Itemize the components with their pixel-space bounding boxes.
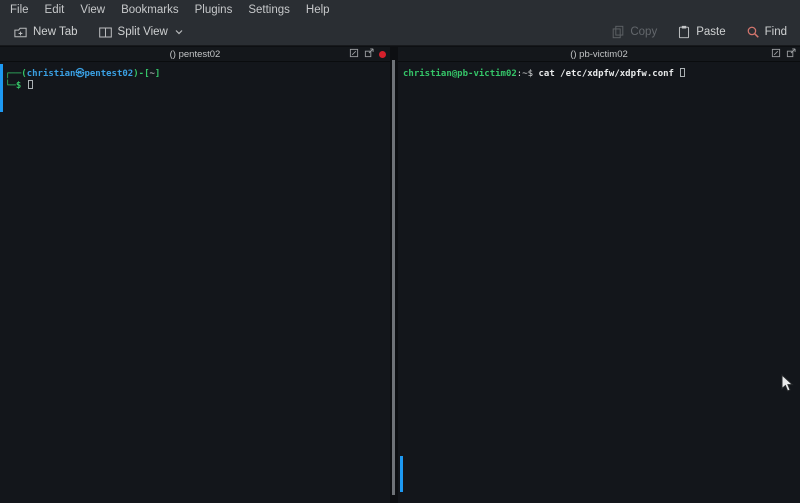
prompt-user-host: christian@pb-victim02 bbox=[403, 69, 517, 79]
detach-split-icon[interactable] bbox=[364, 48, 374, 61]
pane-left-header-icons bbox=[349, 47, 386, 62]
toolbar: New Tab Split View bbox=[0, 19, 800, 46]
menu-plugins[interactable]: Plugins bbox=[187, 2, 241, 18]
split-view-icon bbox=[98, 25, 113, 40]
prompt-frame-bottom: └─$ bbox=[5, 81, 21, 91]
terminal-left-prompt-line1: ┌──(christian㉿pentest02)-[~] bbox=[5, 68, 385, 80]
pane-left-header[interactable]: () pentest02 bbox=[0, 47, 390, 62]
new-tab-button[interactable]: New Tab bbox=[8, 22, 83, 43]
prompt-user-host: christian㉿pentest02 bbox=[27, 69, 134, 79]
menu-bar: File Edit View Bookmarks Plugins Setting… bbox=[0, 0, 800, 19]
activity-indicator-dot[interactable] bbox=[379, 51, 386, 58]
maximize-split-icon[interactable] bbox=[349, 48, 359, 61]
new-tab-label: New Tab bbox=[33, 26, 78, 38]
maximize-split-icon[interactable] bbox=[771, 48, 781, 61]
pane-right-header-icons bbox=[771, 47, 796, 62]
menu-bookmarks[interactable]: Bookmarks bbox=[113, 2, 187, 18]
scrollbar-track[interactable] bbox=[392, 60, 395, 495]
scrollbar-handle-left-pane[interactable] bbox=[0, 64, 3, 112]
detach-split-icon[interactable] bbox=[786, 48, 796, 61]
prompt-path-suffix: :~$ bbox=[517, 69, 533, 79]
find-button[interactable]: Find bbox=[741, 22, 792, 42]
terminal-right-cursor bbox=[680, 68, 685, 77]
split-view-button[interactable]: Split View bbox=[93, 22, 188, 43]
paste-label: Paste bbox=[696, 26, 725, 38]
split-view-label: Split View bbox=[118, 26, 168, 38]
prompt-frame-mid: )-[ bbox=[133, 69, 149, 79]
paste-button[interactable]: Paste bbox=[672, 22, 730, 42]
chevron-down-icon bbox=[175, 29, 183, 35]
toolbar-right-group: Copy Paste Find bbox=[606, 22, 792, 42]
pane-right-header[interactable]: () pb-victim02 bbox=[398, 47, 800, 62]
menu-file[interactable]: File bbox=[2, 2, 37, 18]
terminal-left-screen[interactable]: ┌──(christian㉿pentest02)-[~] └─$ bbox=[0, 62, 390, 503]
find-icon bbox=[746, 25, 760, 39]
split-container: () pentest02 bbox=[0, 47, 800, 503]
menu-help[interactable]: Help bbox=[298, 2, 338, 18]
pane-divider[interactable] bbox=[390, 47, 398, 503]
konsole-window: File Edit View Bookmarks Plugins Setting… bbox=[0, 0, 800, 503]
prompt-frame-open: ┌──( bbox=[5, 69, 27, 79]
copy-icon bbox=[611, 25, 625, 39]
terminal-right-screen[interactable]: christian@pb-victim02:~$ cat /etc/xdpfw/… bbox=[398, 62, 800, 503]
terminal-left-cursor bbox=[28, 80, 33, 89]
toolbar-left-group: New Tab Split View bbox=[8, 22, 188, 43]
new-tab-icon bbox=[13, 25, 28, 40]
copy-button[interactable]: Copy bbox=[606, 22, 662, 42]
paste-icon bbox=[677, 25, 691, 39]
terminal-pane-right: () pb-victim02 bbox=[398, 47, 800, 503]
pane-left-title: () pentest02 bbox=[170, 49, 221, 60]
menu-edit[interactable]: Edit bbox=[37, 2, 73, 18]
terminal-left-prompt-line2: └─$ bbox=[5, 80, 385, 92]
terminal-right-prompt-line: christian@pb-victim02:~$ cat /etc/xdpfw/… bbox=[403, 68, 795, 80]
typed-command: cat /etc/xdpfw/xdpfw.conf bbox=[538, 69, 673, 79]
terminal-pane-left: () pentest02 bbox=[0, 47, 390, 503]
scrollbar-handle-right-pane[interactable] bbox=[400, 456, 403, 492]
menu-view[interactable]: View bbox=[72, 2, 113, 18]
copy-label: Copy bbox=[630, 26, 657, 38]
prompt-frame-close: ] bbox=[155, 69, 160, 79]
pane-right-title: () pb-victim02 bbox=[570, 49, 628, 60]
find-label: Find bbox=[765, 26, 787, 38]
menu-settings[interactable]: Settings bbox=[240, 2, 298, 18]
